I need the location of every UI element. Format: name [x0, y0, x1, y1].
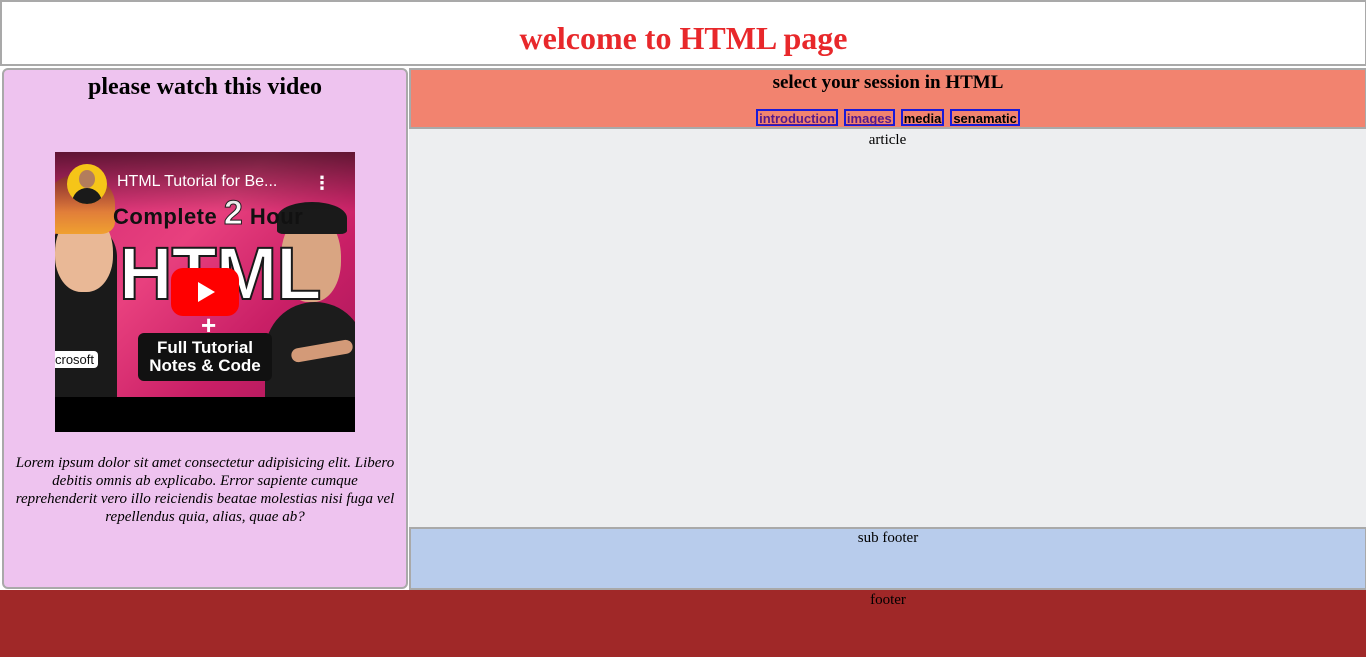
page-title: welcome to HTML page: [519, 20, 848, 56]
page-header: welcome to HTML page: [0, 0, 1366, 66]
channel-avatar[interactable]: [67, 164, 107, 204]
embedded-video-player[interactable]: Complete 2 Hour HTML + Full Tutorial Not…: [55, 152, 355, 432]
article-label: article: [868, 132, 907, 148]
session-nav: select your session in HTML introduction…: [409, 68, 1366, 129]
article-section: article: [409, 129, 1366, 527]
thumbnail-tutorial-box: Full Tutorial Notes & Code: [138, 333, 272, 381]
page: welcome to HTML page please watch this v…: [0, 0, 1366, 657]
nav-links: introduction images media senamatic: [411, 109, 1365, 126]
nav-link-images[interactable]: images: [843, 109, 895, 126]
youtube-play-icon[interactable]: [171, 268, 239, 316]
nav-link-senamatic[interactable]: senamatic: [950, 109, 1020, 126]
nav-heading: select your session in HTML: [772, 72, 1004, 93]
thumbnail-badge: crosoft: [55, 351, 99, 368]
avatar-head: [79, 170, 95, 188]
thumbnail-box-line2: Notes & Code: [149, 356, 261, 375]
sub-footer: sub footer: [409, 527, 1366, 590]
video-title[interactable]: HTML Tutorial for Be...: [117, 173, 277, 191]
nav-link-introduction[interactable]: introduction: [756, 109, 838, 126]
thumbnail-box-line1: Full Tutorial: [156, 338, 253, 357]
page-footer: footer: [0, 590, 1366, 657]
kebab-menu-icon[interactable]: ⋮: [313, 174, 331, 194]
video-caption: Lorem ipsum dolor sit amet consectetur a…: [15, 455, 395, 525]
footer-label: footer: [870, 592, 906, 608]
nav-link-media[interactable]: media: [900, 109, 945, 126]
avatar-body: [72, 188, 102, 204]
aside-heading: please watch this video: [88, 74, 322, 100]
sub-footer-label: sub footer: [857, 530, 919, 546]
video-aside: please watch this video Complete 2 Hour …: [2, 68, 408, 589]
